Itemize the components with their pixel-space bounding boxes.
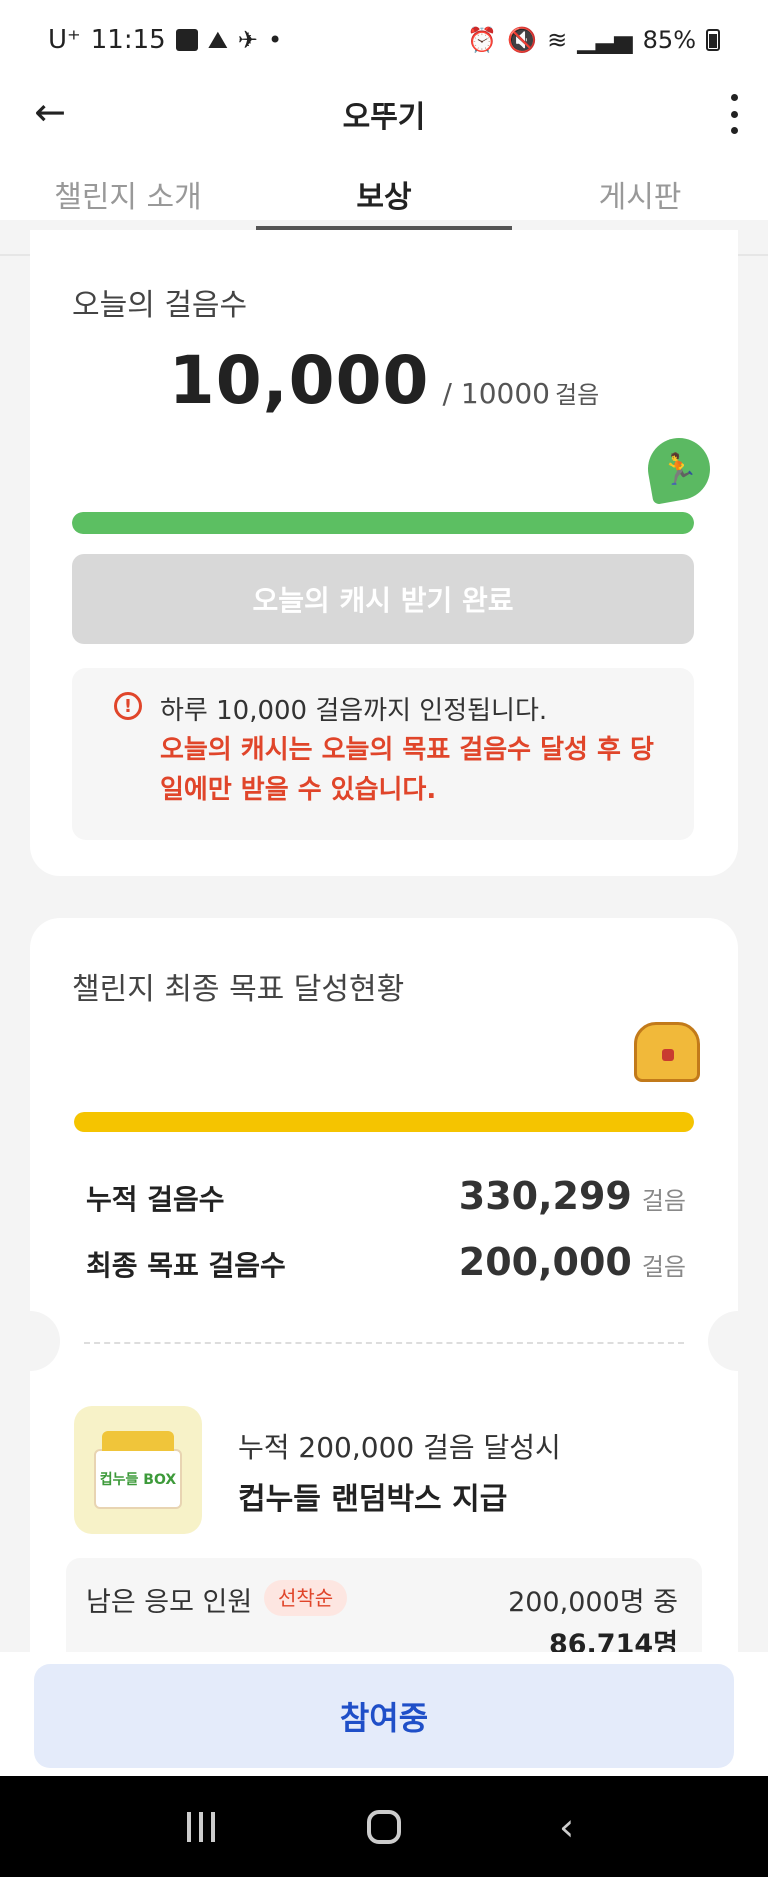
remaining-slots-total: 200,000명 중 (508, 1587, 678, 1618)
today-step-count: 10,000 (168, 342, 430, 419)
participating-button[interactable]: 참여중 (34, 1664, 734, 1768)
tab-reward[interactable]: 보상 (256, 172, 512, 232)
dashed-divider (84, 1342, 684, 1344)
cupnoodle-box-image: 컵누들 BOX (94, 1431, 182, 1509)
tab-board[interactable]: 게시판 (512, 172, 768, 228)
tab-bar: 챌린지 소개 보상 게시판 (0, 172, 768, 232)
signal-icon: ▁▃▅ (577, 26, 633, 54)
status-right: ⏰ 🔇 ≋ ▁▃▅ 85% (467, 26, 720, 54)
remaining-slots-label: 남은 응모 인원 (86, 1587, 253, 1618)
clock: 11:15 (90, 25, 166, 55)
step-unit: 걸음 (641, 1253, 686, 1281)
today-step-goal: / 10000 (442, 377, 550, 410)
receive-cash-button[interactable]: 오늘의 캐시 받기 완료 (72, 554, 694, 644)
final-progress-bar (74, 1112, 694, 1132)
final-goal-steps-label: 최종 목표 걸음수 (86, 1249, 286, 1282)
ticket-notch (708, 1311, 768, 1371)
step-unit: 걸음 (641, 1187, 686, 1215)
alarm-icon: ⏰ (467, 26, 498, 54)
system-nav-bar: ‹ (0, 1776, 768, 1877)
carrier-text: U⁺ (48, 25, 81, 55)
back-nav-icon[interactable]: ‹ (537, 1805, 597, 1849)
accumulated-steps-value: 330,299 (458, 1174, 632, 1218)
reward-title: 컵누들 랜덤박스 지급 (238, 1482, 508, 1517)
status-bar: U⁺ 11:15 ⛰ ✈ • ⏰ 🔇 ≋ ▁▃▅ 85% (0, 0, 768, 80)
app-notification-icon: ⛰ (207, 26, 228, 54)
step-unit: 걸음 (555, 381, 600, 409)
reward-condition: 누적 200,000 걸음 달성시 (238, 1431, 561, 1464)
mute-icon: 🔇 (507, 26, 538, 54)
accumulated-steps-label: 누적 걸음수 (86, 1183, 225, 1216)
final-goal-card: 챌린지 최종 목표 달성현황 누적 걸음수 330,299 걸음 최종 목표 걸… (0, 918, 768, 1688)
more-notifications-dot-icon: • (267, 26, 283, 54)
status-left: U⁺ 11:15 ⛰ ✈ • (48, 25, 282, 55)
treasure-chest-icon (634, 1022, 700, 1082)
step-count-line: 10,000 / 10000 걸음 (30, 342, 738, 419)
app-header: ← 오뚜기 챌린지 소개 보상 게시판 (0, 80, 768, 232)
tab-challenge-intro[interactable]: 챌린지 소개 (0, 172, 256, 228)
page-title: 오뚜기 (342, 100, 426, 135)
alert-circle-icon: ! (114, 692, 142, 720)
final-goal-steps-value: 200,000 (458, 1240, 632, 1284)
battery-icon (706, 29, 720, 51)
notification-icon (175, 29, 198, 51)
first-come-badge: 선착순 (264, 1580, 348, 1616)
today-steps-title: 오늘의 걸음수 (72, 288, 248, 323)
today-steps-card: 오늘의 걸음수 10,000 / 10000 걸음 🏃 오늘의 캐시 받기 완료… (30, 230, 738, 876)
runner-icon: 🏃 (643, 433, 715, 505)
final-goal-steps-row: 최종 목표 걸음수 200,000 걸음 (86, 1240, 686, 1284)
battery-level: 85% (642, 26, 696, 54)
recent-apps-icon[interactable] (171, 1811, 231, 1842)
home-icon (366, 1809, 401, 1844)
final-goal-title: 챌린지 최종 목표 달성현황 (72, 972, 405, 1007)
ticket-notch (0, 1311, 60, 1371)
notice-text: 하루 10,000 걸음까지 인정됩니다. (160, 696, 548, 726)
today-progress-bar (72, 512, 694, 534)
reward-image: 컵누들 BOX (74, 1406, 202, 1534)
wifi-icon: ≋ (547, 26, 568, 54)
final-progress-fill (74, 1112, 694, 1132)
app-notification-icon: ✈ (237, 26, 258, 54)
home-button[interactable] (354, 1809, 414, 1844)
more-options-icon[interactable] (724, 94, 744, 134)
today-progress-fill (72, 512, 694, 534)
accumulated-steps-row: 누적 걸음수 330,299 걸음 (86, 1174, 686, 1218)
bottom-action-bar: 참여중 (0, 1652, 768, 1776)
notice-warning-text: 오늘의 캐시는 오늘의 목표 걸음수 달성 후 당일에만 받을 수 있습니다. (160, 735, 654, 805)
notice-box: ! 하루 10,000 걸음까지 인정됩니다. 오늘의 캐시는 오늘의 목표 걸… (72, 668, 694, 840)
